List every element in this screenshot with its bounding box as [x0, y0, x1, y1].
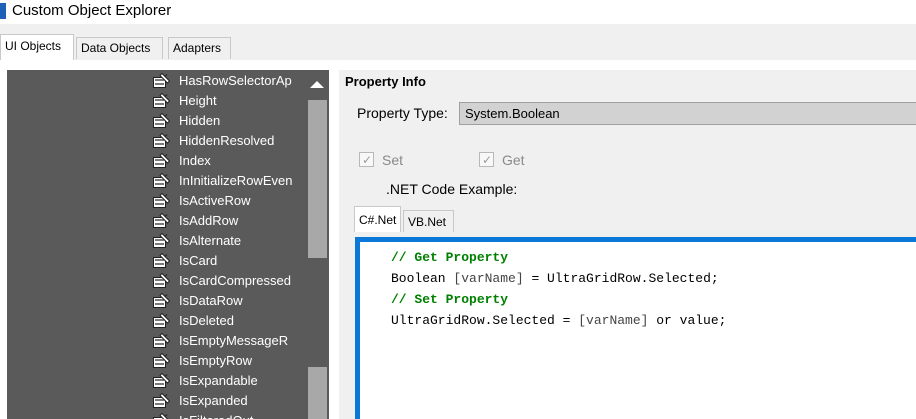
tree-item-label: IsAlternate — [179, 233, 242, 248]
tree-item-label: IsEmptyRow — [179, 353, 252, 368]
tree-item-label: IsFilteredOut — [179, 413, 253, 419]
tree-item[interactable]: Hidden — [151, 112, 311, 132]
tree-item-label: IsAddRow — [179, 213, 239, 228]
property-icon — [153, 353, 170, 368]
app-icon — [0, 3, 6, 19]
tree-item[interactable]: IsDeleted — [151, 312, 311, 332]
tree-item[interactable]: IsDataRow — [151, 292, 311, 312]
tab-ui-objects[interactable]: UI Objects — [0, 34, 74, 60]
tree-item[interactable]: IsExpandable — [151, 372, 311, 392]
tree-item-label: IsActiveRow — [179, 193, 251, 208]
tab-data-objects[interactable]: Data Objects — [76, 37, 163, 59]
tree-item-label: IsCardCompressed — [179, 273, 291, 288]
tree-item-label: Hidden — [179, 113, 221, 128]
property-info-title: Property Info — [345, 74, 426, 89]
tree-scrollbar[interactable] — [306, 70, 329, 419]
property-icon — [153, 193, 170, 208]
window-title: Custom Object Explorer — [12, 2, 172, 19]
tree-item-label: HasRowSelectorAp — [179, 73, 292, 88]
code-line-get: Boolean [varName] = UltraGridRow.Selecte… — [391, 271, 719, 286]
property-type-field: System.Boolean — [459, 102, 916, 125]
property-icon — [153, 313, 170, 328]
set-checkbox[interactable]: ✓ — [359, 152, 374, 167]
tree-item[interactable]: IsAlternate — [151, 232, 311, 252]
tab-vbnet[interactable]: VB.Net — [403, 210, 454, 232]
property-icon — [153, 393, 170, 408]
get-label: Get — [502, 152, 525, 168]
tab-content: HasRowSelectorAp Height Hidden HiddenResolv… — [0, 60, 916, 419]
tree-item[interactable]: Index — [151, 152, 311, 172]
set-label: Set — [382, 152, 404, 168]
property-icon — [153, 413, 169, 419]
get-checkbox[interactable]: ✓ — [479, 152, 494, 167]
property-info-panel: Property Info Property Type: System.Bool… — [339, 70, 916, 419]
code-line-comment-set: // Set Property — [391, 292, 509, 307]
property-icon — [153, 333, 170, 348]
tab-csharp[interactable]: C#.Net — [354, 206, 401, 232]
property-type-label: Property Type: — [357, 105, 448, 121]
tree-item[interactable]: InInitializeRowEven — [151, 172, 311, 192]
code-line-set: UltraGridRow.Selected = [varName] or val… — [391, 313, 727, 328]
tree-item-label: IsCard — [179, 253, 218, 268]
property-icon — [153, 293, 170, 308]
object-tree[interactable]: HasRowSelectorAp Height Hidden HiddenResolv… — [7, 70, 329, 419]
tree-item[interactable]: Height — [151, 92, 311, 112]
net-code-example-label: .NET Code Example: — [386, 181, 518, 197]
tree-item[interactable]: IsExpanded — [151, 392, 311, 412]
property-icon — [153, 133, 170, 148]
scroll-up-arrow-icon[interactable] — [310, 81, 324, 88]
tree-item-label: IsExpandable — [179, 373, 258, 388]
property-icon — [153, 213, 170, 228]
tree-item[interactable]: HiddenResolved — [151, 132, 311, 152]
tree-item[interactable]: HasRowSelectorAp — [151, 72, 311, 92]
tree-item-label: Index — [179, 153, 211, 168]
tree-item-label: IsDataRow — [179, 293, 243, 308]
tree-item-label: Height — [179, 93, 217, 108]
property-type-value: System.Boolean — [465, 106, 560, 121]
tree-item-label: HiddenResolved — [179, 133, 275, 148]
code-line-comment-get: // Get Property — [391, 250, 509, 265]
tab-adapters[interactable]: Adapters — [168, 37, 231, 59]
title-bar: Custom Object Explorer — [0, 0, 916, 24]
property-icon — [153, 273, 170, 288]
property-icon — [153, 373, 170, 388]
code-example-box[interactable]: // Get Property Boolean [varName] = Ultr… — [355, 237, 916, 419]
property-icon — [153, 173, 170, 188]
scrollbar-track-segment[interactable] — [308, 367, 327, 419]
tree-item[interactable]: IsActiveRow — [151, 192, 311, 212]
property-icon — [153, 253, 170, 268]
checkmark-icon: ✓ — [482, 153, 493, 167]
checkmark-icon: ✓ — [362, 153, 373, 167]
tree-item-label: InInitializeRowEven — [179, 173, 293, 188]
tree-item-label: IsEmptyMessageR — [179, 333, 289, 348]
scrollbar-thumb[interactable] — [308, 100, 327, 258]
tree-item[interactable]: IsCardCompressed — [151, 272, 311, 292]
tree-item[interactable]: IsCard — [151, 252, 311, 272]
property-icon — [153, 233, 170, 248]
tree-item-label: IsDeleted — [179, 313, 234, 328]
tree-item[interactable]: IsFilteredOut — [151, 412, 311, 419]
property-icon — [153, 93, 170, 108]
tree-item-label: IsExpanded — [179, 393, 248, 408]
main-tabstrip: UI Objects Data Objects Adapters — [0, 24, 916, 84]
property-icon — [153, 113, 170, 128]
tree-item[interactable]: IsAddRow — [151, 212, 311, 232]
property-icon — [153, 153, 170, 168]
property-icon — [153, 73, 170, 88]
tree-item[interactable]: IsEmptyMessageR — [151, 332, 311, 352]
tree-item[interactable]: IsEmptyRow — [151, 352, 311, 372]
